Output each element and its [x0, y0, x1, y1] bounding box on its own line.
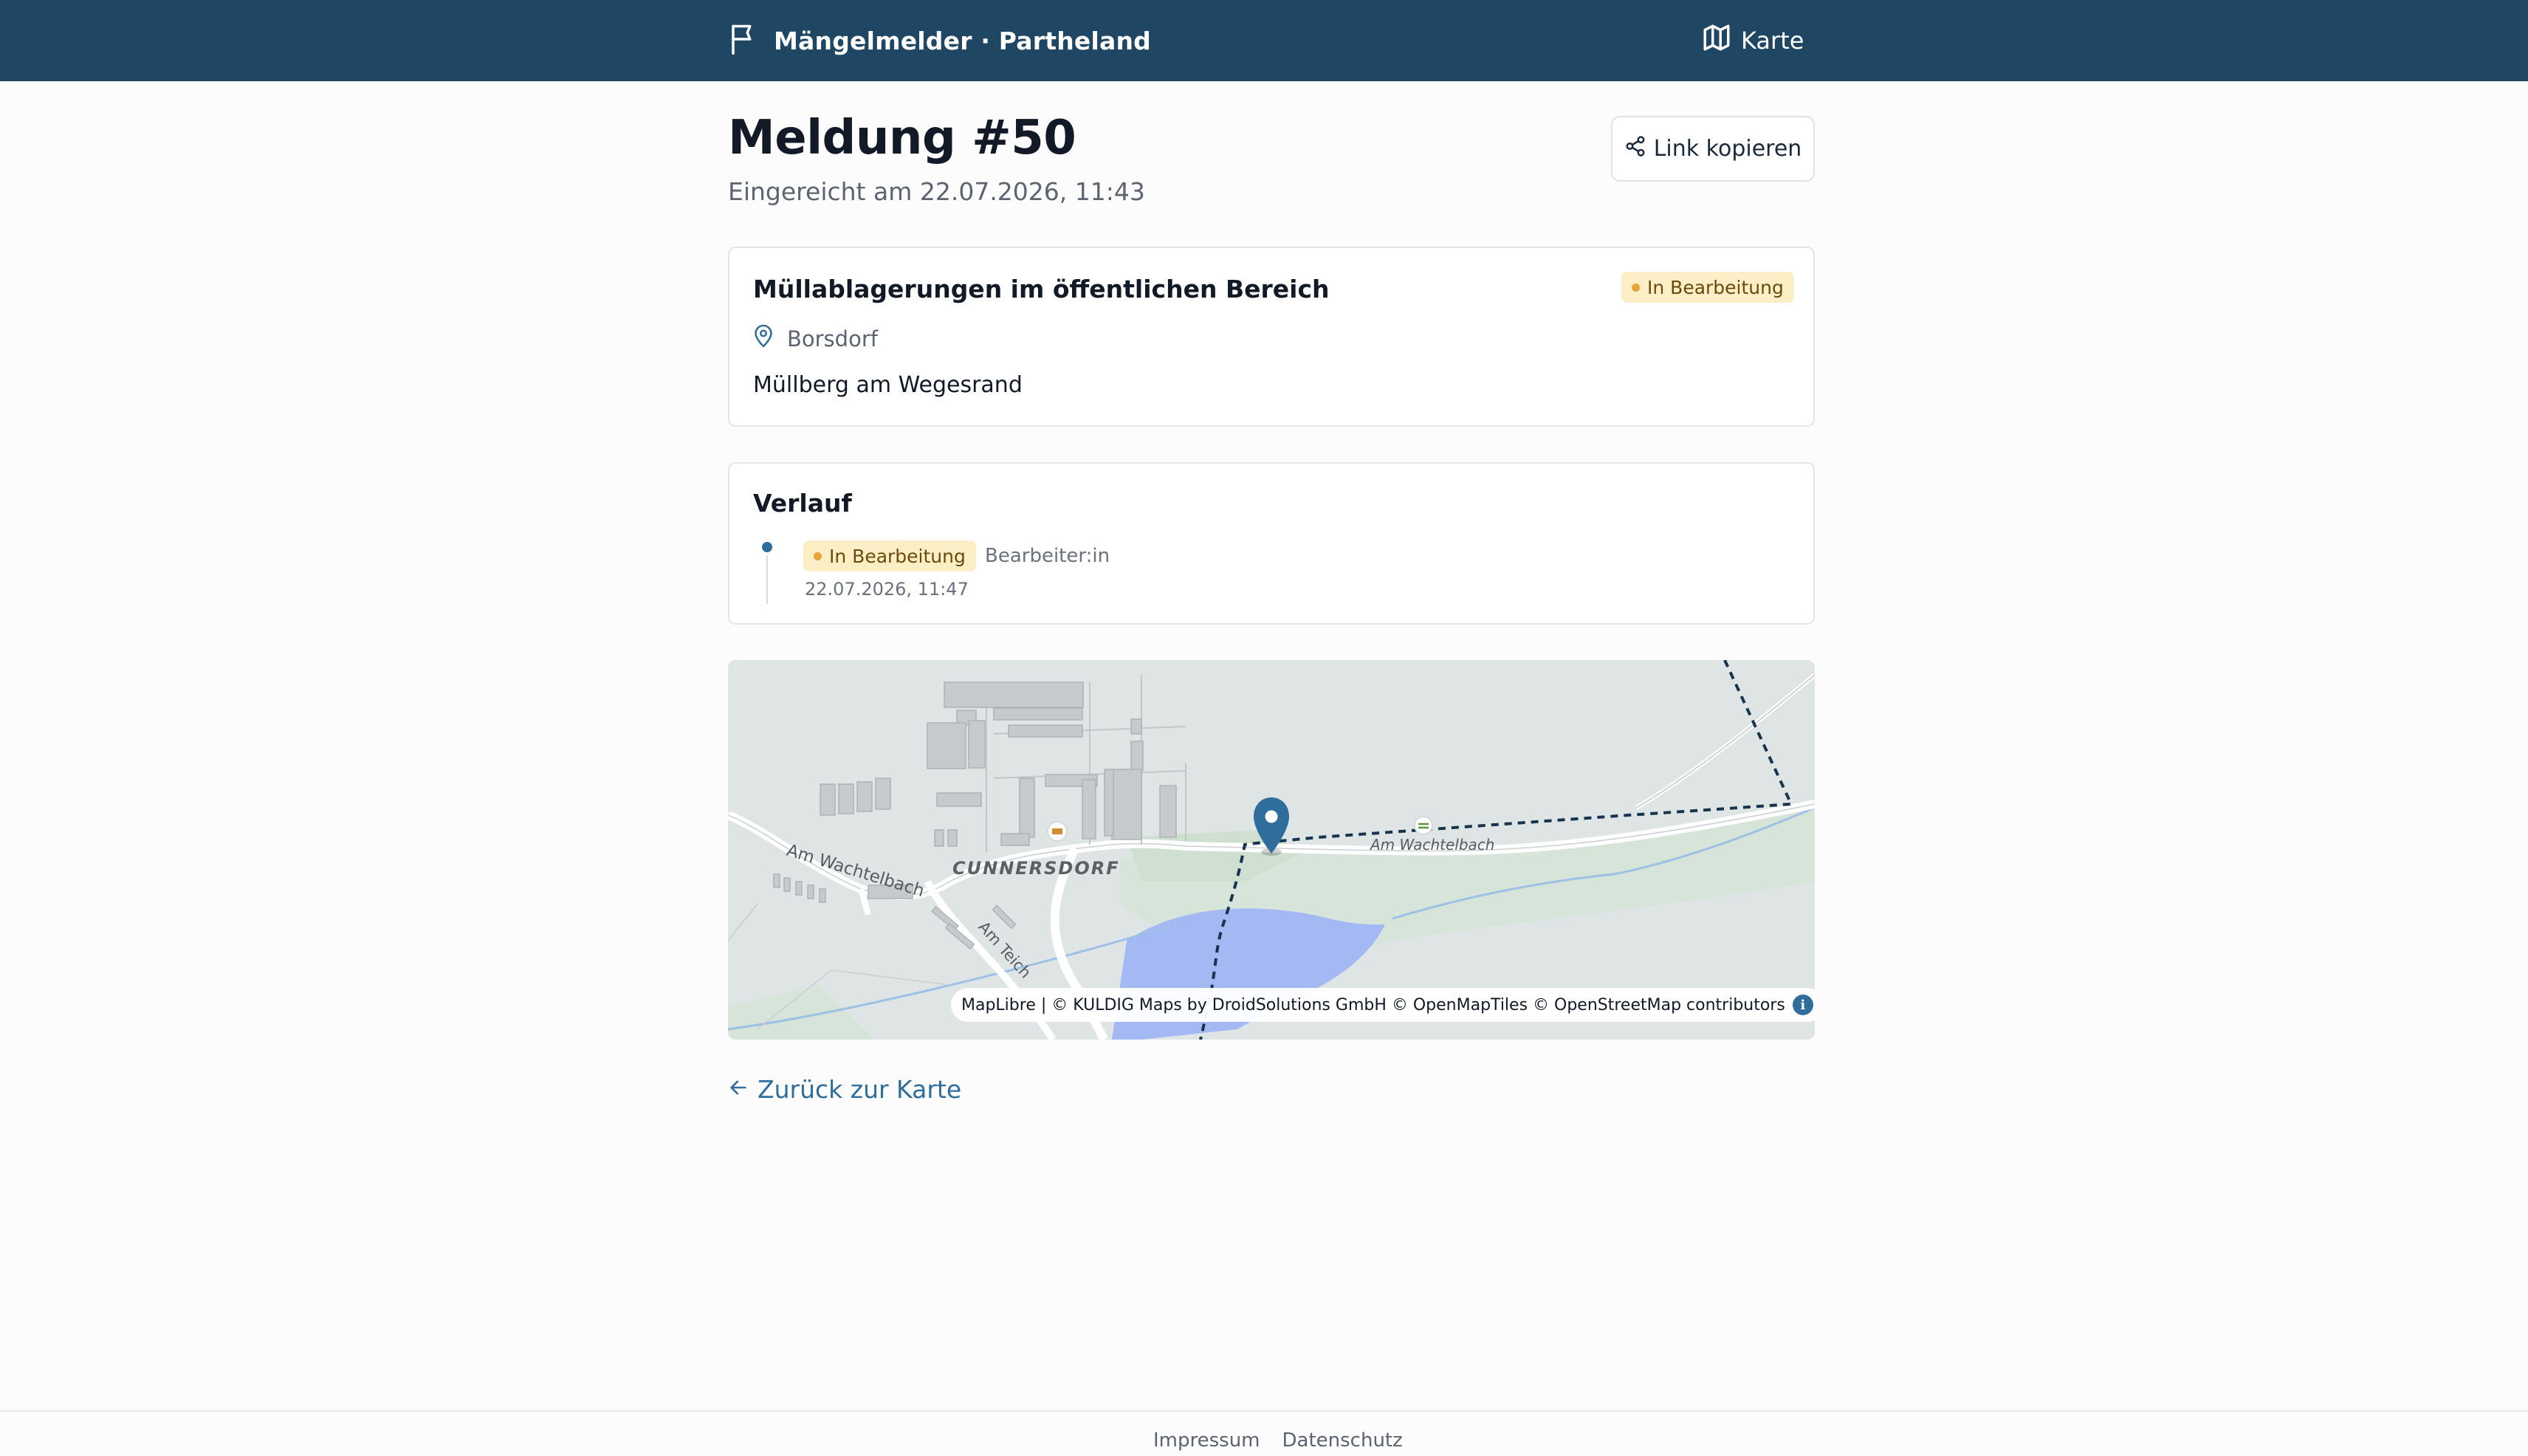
flag-icon — [728, 22, 759, 59]
history-card: Verlauf In Bearbeitung Bearbeiter:in 22.… — [728, 462, 1815, 625]
info-icon[interactable]: i — [1792, 995, 1813, 1015]
report-card: Müllablagerungen im öffentlichen Bereich… — [728, 247, 1815, 427]
map-attribution-text: MapLibre | © KULDIG Maps by DroidSolutio… — [961, 995, 1785, 1014]
imprint-link[interactable]: Impressum — [1153, 1429, 1260, 1452]
history-title: Verlauf — [753, 489, 852, 518]
share-icon — [1624, 135, 1646, 163]
timeline-line — [766, 555, 768, 604]
map-label-street-east: Am Wachtelbach — [1369, 836, 1494, 854]
history-status-badge: In Bearbeitung — [803, 540, 976, 571]
brand-link[interactable]: Mängelmelder · Partheland — [728, 21, 1151, 61]
copy-link-button[interactable]: Link kopieren — [1611, 116, 1815, 182]
timeline-dot — [762, 542, 772, 552]
history-timestamp: 22.07.2026, 11:47 — [805, 579, 969, 600]
location-label: Borsdorf — [787, 326, 878, 351]
back-to-map-label: Zurück zur Karte — [758, 1075, 962, 1104]
status-label: In Bearbeitung — [1647, 276, 1784, 298]
report-category: Müllablagerungen im öffentlichen Bereich — [753, 275, 1330, 303]
copy-link-label: Link kopieren — [1653, 136, 1802, 162]
arrow-left-icon — [728, 1075, 749, 1104]
map-icon — [1701, 22, 1732, 59]
history-status-label: In Bearbeitung — [829, 545, 966, 567]
map-attribution[interactable]: MapLibre | © KULDIG Maps by DroidSolutio… — [951, 988, 1815, 1022]
page-title: Meldung #50 — [728, 111, 1076, 165]
top-navigation-bar: Mängelmelder · Partheland Karte — [0, 0, 2528, 81]
privacy-link[interactable]: Datenschutz — [1282, 1429, 1403, 1452]
status-badge: In Bearbeitung — [1621, 272, 1794, 303]
footer: Impressum Datenschutz — [0, 1410, 2528, 1456]
map-nav-link[interactable]: Karte — [1701, 21, 1804, 61]
report-location: Borsdorf — [753, 323, 878, 354]
status-dot — [814, 552, 822, 560]
map-canvas: CUNNERSDORF Am Wachtelbach Am Wachtelbac… — [728, 660, 1815, 1040]
submitted-date: Eingereicht am 22.07.2026, 11:43 — [728, 177, 1145, 206]
map-label-district: CUNNERSDORF — [952, 858, 1120, 879]
history-actor: Bearbeiter:in — [985, 545, 1110, 567]
footer-links: Impressum Datenschutz — [1153, 1429, 1403, 1452]
map-nav-label: Karte — [1741, 27, 1804, 55]
map-pin-icon — [753, 323, 774, 354]
back-to-map-link[interactable]: Zurück zur Karte — [728, 1075, 961, 1104]
status-dot — [1632, 283, 1640, 292]
map-label-street-west: Am Wachtelbach — [784, 841, 927, 901]
location-map[interactable]: CUNNERSDORF Am Wachtelbach Am Wachtelbac… — [728, 660, 1815, 1040]
report-description: Müllberg am Wegesrand — [753, 372, 1023, 398]
brand-title: Mängelmelder · Partheland — [774, 26, 1151, 55]
